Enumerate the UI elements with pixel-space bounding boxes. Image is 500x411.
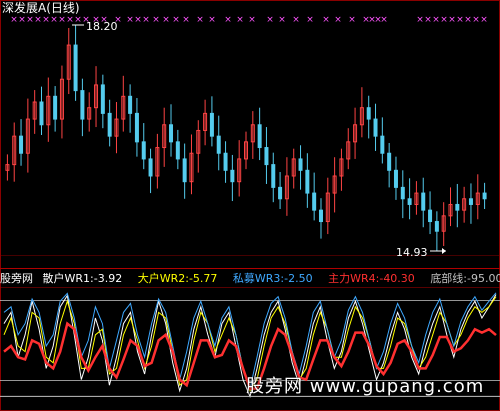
signal-marker: × (162, 15, 170, 25)
signal-marker: × (416, 15, 424, 25)
candle-body (434, 221, 439, 232)
signal-marker: × (208, 15, 216, 25)
candle-body (387, 152, 392, 171)
signal-marker: × (34, 15, 42, 25)
signal-marker: × (348, 15, 356, 25)
candle-body (39, 101, 44, 126)
candle-body (107, 112, 112, 137)
candle-body (128, 95, 133, 114)
candle-body (278, 186, 283, 200)
watermark: 股旁网 www.gupang.com (246, 376, 485, 397)
signal-marker: × (424, 15, 432, 25)
candle-body (455, 203, 460, 211)
candle-body (148, 158, 153, 177)
candle-body (134, 112, 139, 143)
indicator-legend: 股旁网 散户WR1:-3.92 大户WR2:-5.77 私募WR3:-2.50 … (0, 272, 500, 285)
signal-marker: × (322, 15, 330, 25)
candle-body (468, 198, 473, 205)
candle-body (223, 152, 228, 171)
candle-body (318, 209, 323, 223)
candle-body (264, 147, 269, 166)
candle-body (53, 95, 58, 120)
wr1-legend: 散户WR1:-3.92 (42, 272, 123, 285)
candle-body (407, 198, 412, 205)
signal-marker: × (172, 15, 180, 25)
candle-body (216, 135, 221, 154)
signal-marker: × (292, 15, 300, 25)
signal-marker: × (142, 15, 150, 25)
candle-body (366, 107, 371, 120)
signal-marker: × (152, 15, 160, 25)
signal-marker: × (248, 15, 256, 25)
candle-body (209, 112, 214, 137)
candle-body (257, 124, 262, 149)
candle-body (380, 135, 385, 154)
candle-body (19, 135, 24, 154)
signal-marker: × (448, 15, 456, 25)
candle-body (271, 164, 276, 188)
signal-marker: × (182, 15, 190, 25)
signal-marker: × (66, 15, 74, 25)
signal-marker: × (472, 15, 480, 25)
candle-body (428, 209, 433, 223)
signal-marker: × (456, 15, 464, 25)
candle-body (373, 118, 378, 137)
candle-body (393, 169, 398, 188)
signal-marker: × (74, 15, 82, 25)
chart-canvas[interactable]: × × × × × × × × × × × × × × × × × × × × × × × × × × × × × × × × ×××× × × × ×… (0, 0, 500, 411)
candle-body (298, 158, 303, 171)
signal-marker: × (266, 15, 274, 25)
signal-marker: × (126, 15, 134, 25)
candle-body (80, 90, 85, 120)
wr2-legend: 大户WR2:-5.77 (137, 272, 218, 285)
candle-body (230, 169, 235, 183)
chart-window: × × × × × × × × × × × × × × × × × × × × × × × × × × × × × × × × × × × × × × × ×… (0, 0, 500, 411)
candle-body (305, 169, 310, 194)
signal-marker: × (236, 15, 244, 25)
signal-marker: × (196, 15, 204, 25)
indicator-name: 股旁网 (0, 272, 33, 285)
candle-body (175, 141, 180, 160)
candle-body (421, 192, 426, 211)
candle-body (73, 44, 78, 92)
candle-body (141, 141, 146, 160)
signal-marker: × (50, 15, 58, 25)
signal-marker: × (278, 15, 286, 25)
signal-marker: × (380, 15, 388, 25)
candle-body (100, 84, 105, 114)
stock-title: 深发展A(日线) (2, 1, 80, 15)
low-arrow-head (442, 248, 446, 254)
wr3-legend: 私募WR3:-2.50 (232, 272, 313, 285)
signal-marker: × (464, 15, 472, 25)
signal-marker: × (26, 15, 34, 25)
signal-marker: × (432, 15, 440, 25)
signal-marker: × (306, 15, 314, 25)
wr4-legend: 主力WR4:-40.30 (328, 272, 415, 285)
low-price-label: 14.93 (396, 246, 428, 259)
candle-body (482, 192, 487, 200)
signal-marker: × (334, 15, 342, 25)
signal-marker: × (440, 15, 448, 25)
candle-body (312, 192, 317, 211)
signal-marker: × (58, 15, 66, 25)
signal-marker: × (134, 15, 142, 25)
candle-body (169, 124, 174, 143)
candle-body (182, 158, 187, 183)
signal-marker: × (42, 15, 50, 25)
candle-body (400, 186, 405, 200)
signal-marker: × (480, 15, 488, 25)
high-price-label: 18.20 (86, 20, 118, 33)
signal-marker: × (10, 15, 18, 25)
signal-marker: × (224, 15, 232, 25)
signal-marker: × (18, 15, 26, 25)
base-legend: 底部线:-95.00 (430, 272, 500, 285)
